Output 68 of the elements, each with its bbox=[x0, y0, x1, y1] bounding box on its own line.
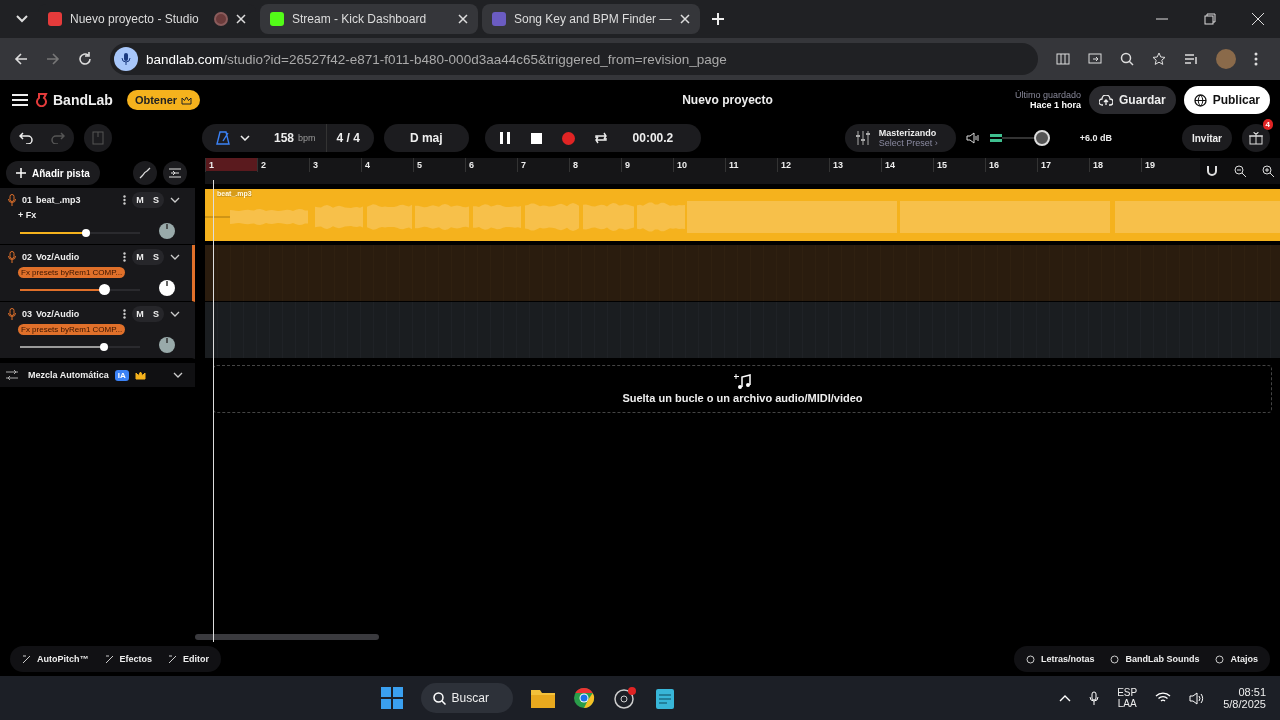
notification-badge: 4 bbox=[1262, 119, 1273, 130]
clock[interactable]: 08:51 5/8/2025 bbox=[1223, 686, 1266, 710]
solo-button[interactable]: S bbox=[148, 306, 164, 322]
mute-button[interactable]: M bbox=[132, 192, 148, 208]
bar-number: 3 bbox=[309, 158, 361, 172]
browser-tab[interactable]: Stream - Kick Dashboard bbox=[260, 4, 478, 34]
bar-number: 13 bbox=[829, 158, 881, 172]
mastering-button[interactable]: Masterizando Select Preset › bbox=[844, 124, 956, 152]
bar-number: 10 bbox=[673, 158, 725, 172]
bar-number: 19 bbox=[1141, 158, 1193, 172]
last-saved-label: Último guardado bbox=[1014, 90, 1081, 100]
track-name: beat_.mp3 bbox=[36, 195, 81, 205]
publish-button[interactable]: Publicar bbox=[1183, 86, 1270, 114]
bar-number: 8 bbox=[569, 158, 621, 172]
solo-button[interactable]: S bbox=[148, 249, 164, 265]
bar-number: 18 bbox=[1089, 158, 1141, 172]
editor-button[interactable]: Editor bbox=[162, 648, 215, 670]
bar-number: 1 bbox=[205, 158, 257, 172]
master-volume-reading: +6.0 dB bbox=[1079, 133, 1112, 143]
track-number: 01 bbox=[22, 195, 32, 205]
address-field[interactable]: bandlab.com/studio?id=26527f42-e871-f011-b480-000d3aa44c65&triggered_from=revision_page bbox=[110, 43, 1038, 75]
time-signature[interactable]: 4 / 4 bbox=[336, 131, 360, 145]
bar-number: 7 bbox=[517, 158, 569, 172]
track-header[interactable]: 03 Voz/Audio M S Fx presets byRem1 COMP... bbox=[0, 302, 195, 359]
bar-number: 17 bbox=[1037, 158, 1089, 172]
track-name: Voz/Audio bbox=[36, 252, 80, 262]
automix-label: Mezcla Automática bbox=[28, 370, 109, 380]
shortcuts-button[interactable]: Atajos bbox=[1209, 648, 1264, 670]
track-number: 02 bbox=[22, 252, 32, 262]
bar-number: 4 bbox=[361, 158, 413, 172]
key-button[interactable]: D maj bbox=[383, 124, 469, 152]
taskbar-search[interactable]: Buscar bbox=[420, 683, 513, 713]
track-number: 03 bbox=[22, 309, 32, 319]
language-indicator[interactable]: ESP LAA bbox=[1117, 687, 1138, 709]
bar-number: 11 bbox=[725, 158, 777, 172]
mute-button[interactable]: M bbox=[132, 306, 148, 322]
tempo-value[interactable]: 158 bbox=[274, 131, 295, 145]
track-header[interactable]: 01 beat_.mp3 M S + Fx bbox=[0, 188, 195, 245]
bar-number: 2 bbox=[257, 158, 309, 172]
bar-number: 6 bbox=[465, 158, 517, 172]
track-name: Voz/Audio bbox=[36, 309, 80, 319]
solo-button[interactable]: S bbox=[148, 192, 164, 208]
lyrics-notes-button[interactable]: Letras/notas bbox=[1019, 648, 1101, 670]
effects-button[interactable]: Efectos bbox=[98, 648, 158, 670]
autopitch-button[interactable]: AutoPitch™ bbox=[16, 648, 95, 670]
effects-preset-chip[interactable]: Fx presets byRem1 COMP... bbox=[18, 323, 126, 335]
save-button[interactable]: Guardar bbox=[1088, 86, 1176, 114]
time-display: 00:00.2 bbox=[631, 131, 675, 145]
project-title: Nuevo proyecto bbox=[681, 93, 773, 107]
add-track-button[interactable]: Añadir pista bbox=[6, 161, 100, 185]
track-header[interactable]: 02 Voz/Audio M S Fx presets byRem1 COMP... bbox=[0, 245, 195, 302]
effects-preset-chip[interactable]: Fx presets byRem1 COMP... bbox=[18, 266, 126, 278]
get-membership-button[interactable]: Obtener bbox=[126, 90, 201, 110]
ai-badge: IA bbox=[114, 369, 129, 381]
bar-number: 16 bbox=[985, 158, 1037, 172]
bar-number: 14 bbox=[881, 158, 933, 172]
bar-number: 12 bbox=[777, 158, 829, 172]
mute-button[interactable]: M bbox=[132, 249, 148, 265]
bar-number: 9 bbox=[621, 158, 673, 172]
sounds-button[interactable]: BandLab Sounds bbox=[1104, 648, 1206, 670]
browser-tab[interactable]: Song Key and BPM Finder — bbox=[482, 4, 700, 34]
brand-name: BandLab bbox=[53, 92, 113, 108]
invite-button[interactable]: Invitar bbox=[1182, 125, 1232, 151]
bar-number: 5 bbox=[413, 158, 465, 172]
bar-number: 15 bbox=[933, 158, 985, 172]
add-effects-button[interactable]: + Fx bbox=[18, 210, 37, 220]
tempo-unit: bpm bbox=[298, 133, 316, 143]
last-saved-time: Hace 1 hora bbox=[1029, 100, 1081, 110]
